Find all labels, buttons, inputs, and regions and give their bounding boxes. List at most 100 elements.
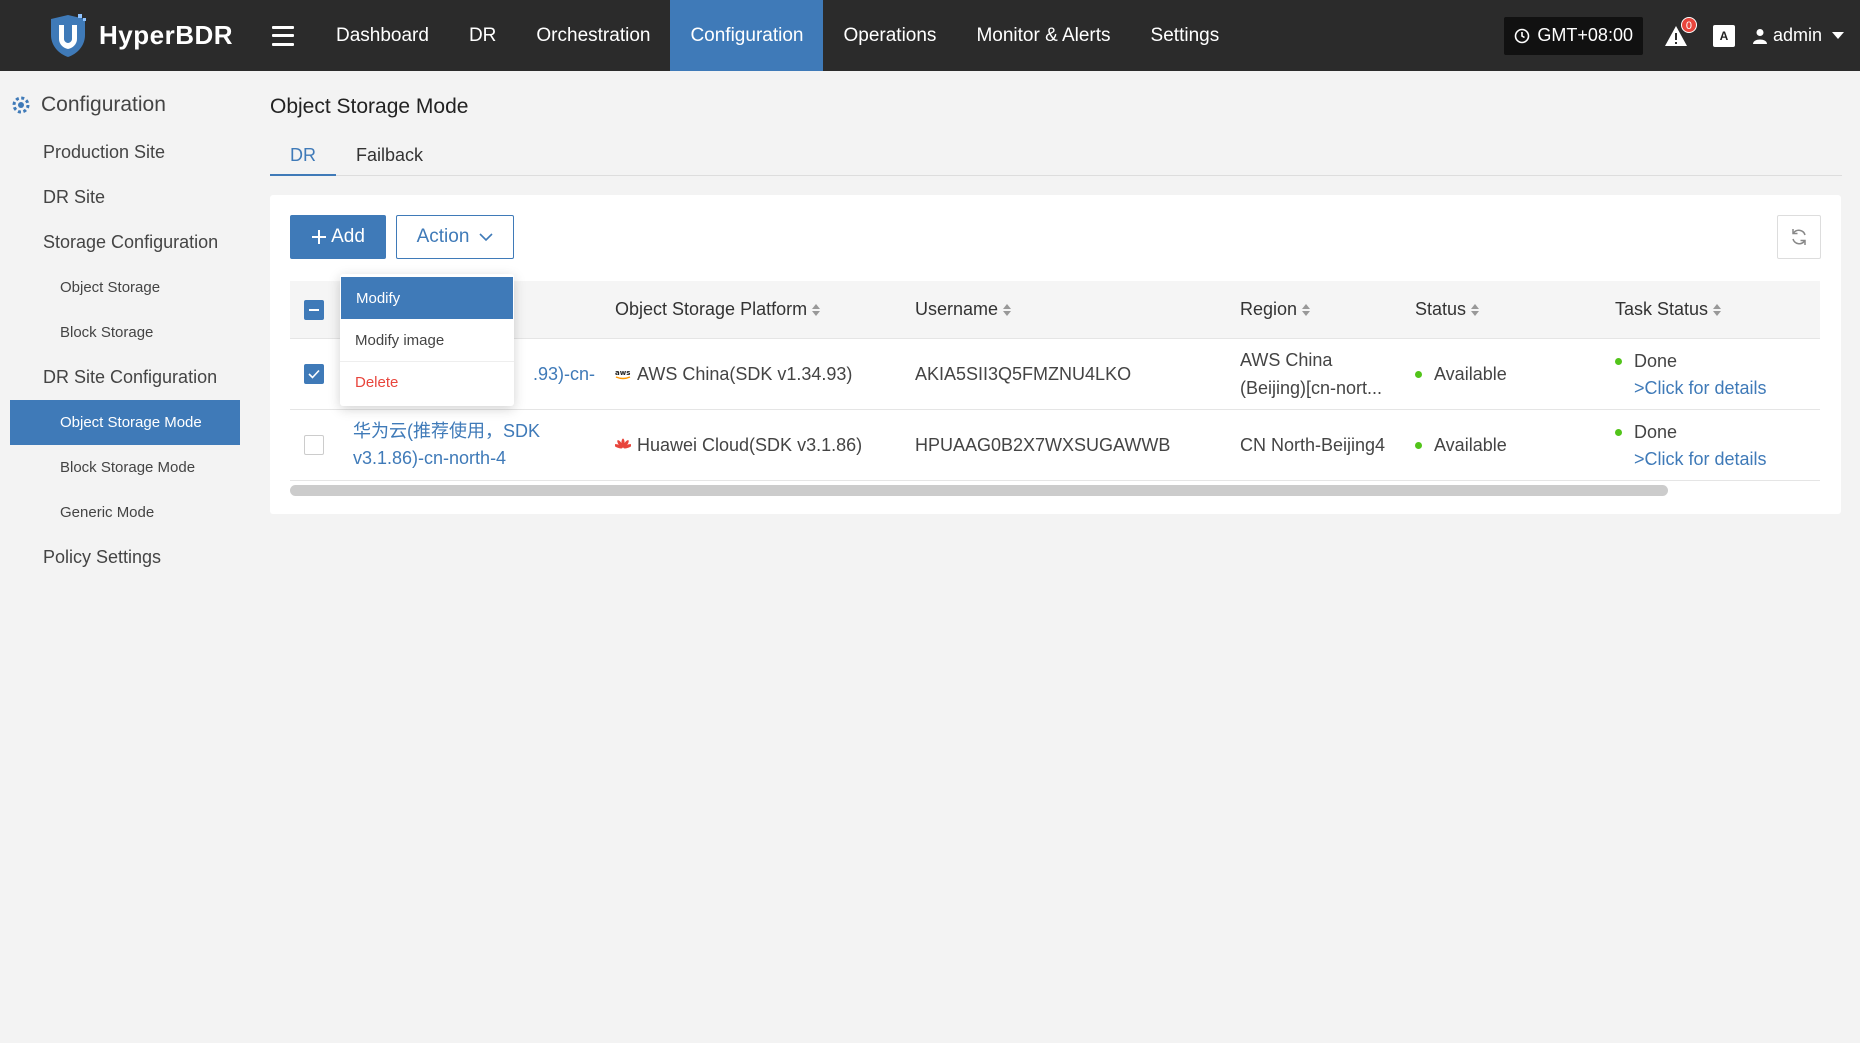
- header-task-status[interactable]: Task Status: [1600, 299, 1790, 320]
- region-value: CN North-Beijing4: [1240, 434, 1386, 455]
- username-value: HPUAAG0B2X7WXSUGAWWB: [915, 434, 1171, 455]
- tab-failback[interactable]: Failback: [336, 140, 443, 176]
- storage-name-link[interactable]: .93)-cn-: [533, 361, 600, 388]
- header-status[interactable]: Status: [1400, 299, 1600, 320]
- storage-table: Object Storage Platform Username Region …: [290, 281, 1820, 481]
- sidebar-item-storage-configuration[interactable]: Storage Configuration: [0, 220, 250, 265]
- task-status-value: Done: [1634, 421, 1678, 442]
- app-name: HyperBDR: [99, 20, 234, 50]
- header-task-status-label: Task Status: [1615, 299, 1709, 319]
- nav-settings[interactable]: Settings: [1131, 0, 1240, 71]
- storage-name-link-continued[interactable]: v3.1.86)-cn-north-4: [353, 445, 600, 472]
- add-button-label: Add: [331, 226, 365, 247]
- sidebar-header-label: Configuration: [41, 93, 166, 116]
- storage-name-link[interactable]: 华为云(推荐使用，SDK: [353, 418, 600, 445]
- header-username[interactable]: Username: [900, 299, 1225, 320]
- task-status-value: Done: [1634, 350, 1678, 371]
- shield-logo-icon: [51, 13, 86, 57]
- status-dot: [1415, 371, 1422, 379]
- sidebar-item-object-storage[interactable]: Object Storage: [0, 265, 250, 310]
- sidebar-header: Configuration: [0, 80, 250, 130]
- chevron-down-icon: [1832, 32, 1844, 39]
- timezone-display[interactable]: GMT+08:00: [1504, 16, 1643, 55]
- region-value: AWS China: [1240, 350, 1333, 370]
- sort-icon: [812, 304, 821, 317]
- sidebar-item-production-site[interactable]: Production Site: [0, 130, 250, 175]
- action-button-label: Action: [416, 226, 470, 247]
- app-logo[interactable]: HyperBDR: [0, 0, 255, 71]
- tab-bar: DR Failback: [270, 140, 1842, 176]
- sidebar-item-block-storage-mode[interactable]: Block Storage Mode: [0, 445, 250, 490]
- row-checkbox[interactable]: [304, 435, 324, 455]
- horizontal-scrollbar[interactable]: [290, 485, 1668, 496]
- header-region-label: Region: [1240, 299, 1298, 319]
- svg-text:aws: aws: [615, 369, 630, 377]
- task-details-link[interactable]: >Click for details: [1615, 375, 1790, 402]
- header-username-label: Username: [915, 299, 999, 319]
- row-checkbox[interactable]: [304, 364, 324, 384]
- action-button[interactable]: Action: [396, 215, 514, 259]
- refresh-button[interactable]: [1777, 215, 1821, 259]
- nav-configuration[interactable]: Configuration: [670, 0, 824, 71]
- platform-value: Huawei Cloud(SDK v3.1.86): [637, 434, 863, 455]
- task-details-link[interactable]: >Click for details: [1615, 446, 1790, 473]
- refresh-icon: [1792, 229, 1806, 245]
- header-region[interactable]: Region: [1225, 299, 1400, 320]
- aws-icon: aws: [615, 369, 630, 380]
- add-button[interactable]: Add: [290, 215, 386, 259]
- sidebar-item-dr-site[interactable]: DR Site: [0, 175, 250, 220]
- nav-monitor-alerts[interactable]: Monitor & Alerts: [956, 0, 1130, 71]
- alert-count-badge: 0: [1680, 16, 1697, 33]
- page-title: Object Storage Mode: [270, 95, 469, 118]
- sort-icon: [1302, 304, 1311, 317]
- tab-dr[interactable]: DR: [270, 140, 336, 176]
- sort-icon: [1471, 304, 1480, 317]
- sort-icon: [1713, 304, 1722, 317]
- table-row[interactable]: 华为云(推荐使用，SDK v3.1.86)-cn-north-4 Huawei …: [290, 410, 1820, 481]
- sidebar-item-policy-settings[interactable]: Policy Settings: [0, 535, 250, 580]
- nav-dr[interactable]: DR: [449, 0, 516, 71]
- table-header: Object Storage Platform Username Region …: [290, 281, 1820, 339]
- header-platform[interactable]: Object Storage Platform: [600, 299, 900, 320]
- platform-value: AWS China(SDK v1.34.93): [637, 363, 853, 384]
- nav-dashboard[interactable]: Dashboard: [316, 0, 449, 71]
- status-value: Available: [1434, 363, 1507, 384]
- username-label: admin: [1772, 25, 1822, 45]
- nav-orchestration[interactable]: Orchestration: [516, 0, 670, 71]
- sidebar-item-dr-site-configuration[interactable]: DR Site Configuration: [0, 355, 250, 400]
- check-icon: [308, 369, 320, 379]
- nav-operations[interactable]: Operations: [823, 0, 956, 71]
- region-value-continued: (Beijing)[cn-nort...: [1240, 378, 1383, 398]
- user-icon: [1752, 28, 1767, 44]
- username-value: AKIA5SII3Q5FMZNU4LKO: [915, 363, 1132, 384]
- sort-icon: [1003, 304, 1012, 317]
- sidebar-item-block-storage[interactable]: Block Storage: [0, 310, 250, 355]
- menu-item-delete[interactable]: Delete: [340, 361, 514, 403]
- action-dropdown-menu: Modify Modify image Delete: [340, 274, 514, 406]
- status-dot: [1415, 442, 1422, 450]
- select-all-checkbox[interactable]: [304, 299, 324, 320]
- main-nav: Dashboard DR Orchestration Configuration…: [316, 0, 1239, 71]
- huawei-icon: [615, 438, 631, 449]
- header-platform-label: Object Storage Platform: [615, 299, 808, 319]
- top-navbar: HyperBDR Dashboard DR Orchestration Conf…: [0, 0, 1860, 71]
- gear-icon: [12, 96, 30, 114]
- clock-icon: [1515, 28, 1530, 43]
- user-menu[interactable]: admin: [1752, 25, 1844, 46]
- plus-icon: [312, 230, 327, 244]
- timezone-label: GMT+08:00: [1537, 25, 1633, 45]
- menu-item-modify-image[interactable]: Modify image: [340, 319, 514, 361]
- language-icon-glyph: A: [1719, 28, 1729, 43]
- task-status-dot: [1615, 429, 1622, 437]
- status-value: Available: [1434, 434, 1507, 455]
- menu-item-modify[interactable]: Modify: [341, 277, 513, 319]
- sidebar: Configuration Production Site DR Site St…: [0, 71, 250, 1043]
- language-icon[interactable]: A: [1712, 24, 1735, 47]
- sidebar-item-object-storage-mode[interactable]: Object Storage Mode: [10, 400, 240, 445]
- sidebar-item-generic-mode[interactable]: Generic Mode: [0, 490, 250, 535]
- menu-toggle-icon[interactable]: [272, 25, 294, 46]
- header-status-label: Status: [1415, 299, 1467, 319]
- alerts-button[interactable]: 0: [1663, 16, 1697, 49]
- chevron-down-icon: [479, 233, 493, 242]
- table-row[interactable]: .93)-cn- aws AWS China(SDK v1.34.93) AKI…: [290, 339, 1820, 410]
